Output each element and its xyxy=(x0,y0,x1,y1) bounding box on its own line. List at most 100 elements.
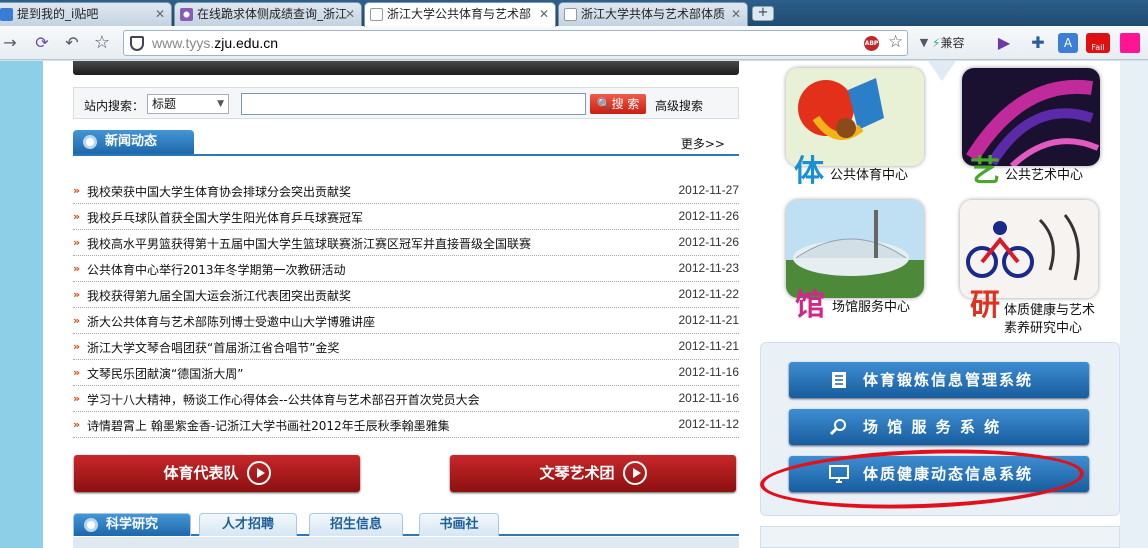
browser-tab[interactable]: 在线跪求体侧成绩查询_浙江 ✕ xyxy=(174,2,362,26)
tab-calligraphy-club[interactable]: 书画社 xyxy=(419,513,499,536)
news-title[interactable]: 浙江大学文琴合唱团获“首届浙江省合唱节”金奖 xyxy=(87,339,339,356)
fail-icon[interactable]: Fail xyxy=(1086,33,1110,53)
search-icon: 🔍 xyxy=(596,97,612,111)
compat-mode-button[interactable]: ⚡兼容 xyxy=(932,34,964,51)
close-icon[interactable]: ✕ xyxy=(155,3,165,25)
news-title[interactable]: 浙大公共体育与艺术部陈列博士受邀中山大学博雅讲座 xyxy=(87,313,375,330)
dropdown-icon[interactable]: ▼ xyxy=(914,33,934,53)
venue-center-char: 馆 xyxy=(795,288,825,323)
research-center-label-line2[interactable]: 素养研究中心 xyxy=(1004,317,1082,336)
forward-icon[interactable]: → xyxy=(0,33,20,53)
new-tab-button[interactable]: + xyxy=(752,6,774,21)
banner-image xyxy=(73,61,739,75)
reload-icon[interactable]: ⟳ xyxy=(32,33,52,53)
list-item[interactable]: » 我校高水平男篮获得第十五届中国大学生篮球联赛浙江赛区冠军并直接晋级全国联赛 20… xyxy=(73,230,739,256)
double-arrow-icon: » xyxy=(73,288,81,301)
close-icon[interactable]: ✕ xyxy=(345,3,355,25)
tab-label: 招生信息 xyxy=(329,517,382,532)
browser-tab[interactable]: 浙江大学共体与艺术部体质 ✕ xyxy=(558,2,748,26)
list-item[interactable]: » 浙大公共体育与艺术部陈列博士受邀中山大学博雅讲座 2012-11-21 xyxy=(73,308,739,334)
url-text[interactable]: www.tyys.zju.edu.cn xyxy=(152,35,278,51)
search-input[interactable] xyxy=(241,93,586,115)
bookmark-star-icon[interactable]: ☆ xyxy=(92,33,112,53)
news-title[interactable]: 我校乒乓球队首获全国大学生阳光体育乒乓球赛冠军 xyxy=(87,209,363,226)
play-icon[interactable]: ▶ xyxy=(994,33,1014,53)
news-date: 2012-11-21 xyxy=(678,339,740,353)
advanced-search-link[interactable]: 高级搜索 xyxy=(655,97,703,114)
news-section-title: 新闻动态 xyxy=(105,134,158,149)
news-date: 2012-11-23 xyxy=(678,261,740,275)
news-title[interactable]: 文琴民乐团献演“德国浙大周” xyxy=(87,365,243,382)
page-icon xyxy=(180,8,193,21)
monitor-icon xyxy=(829,465,849,483)
extensions-icon[interactable]: ✚ xyxy=(1028,33,1048,53)
tab-title: 浙江大学公共体育与艺术部 xyxy=(387,7,532,21)
url-host: zju.edu.cn xyxy=(214,35,279,51)
list-item[interactable]: » 浙江大学文琴合唱团获“首届浙江省合唱节”金奖 2012-11-21 xyxy=(73,334,739,360)
news-date: 2012-11-27 xyxy=(678,183,740,197)
list-item[interactable]: » 学习十八大精神，畅谈工作心得体会--公共体育与艺术部召开首次党员大会 2012-… xyxy=(73,386,739,412)
search-button-label: 搜 索 xyxy=(611,97,640,111)
search-field-select[interactable]: 标题 ▼ xyxy=(147,94,229,114)
news-title[interactable]: 学习十八大精神，畅谈工作心得体会--公共体育与艺术部召开首次党员大会 xyxy=(87,391,480,408)
sports-team-button[interactable]: 体育代表队 xyxy=(74,455,360,492)
research-center-label-line1[interactable]: 体质健康与艺术 xyxy=(1004,299,1095,318)
sports-center-char: 体 xyxy=(794,154,824,189)
right-decoration xyxy=(1120,61,1148,548)
list-item[interactable]: » 我校乒乓球队首获全国大学生阳光体育乒乓球赛冠军 2012-11-26 xyxy=(73,204,739,230)
tab-label: 科学研究 xyxy=(106,517,159,532)
star-icon[interactable]: ☆ xyxy=(888,32,903,52)
close-icon[interactable]: ✕ xyxy=(731,3,741,25)
fitness-dynamic-system-button[interactable]: 体质健康动态信息系统 xyxy=(789,456,1089,492)
list-item[interactable]: » 我校获得第九届全国大运会浙江代表团突出贡献奖 2012-11-22 xyxy=(73,282,739,308)
list-item[interactable]: » 我校荣获中国大学生体育协会排球分会突出贡献奖 2012-11-27 xyxy=(73,178,739,204)
select-value: 标题 xyxy=(152,97,177,111)
play-circle-icon xyxy=(622,460,647,485)
news-title[interactable]: 公共体育中心举行2013年冬学期第一次教研活动 xyxy=(87,261,346,278)
chevron-down-icon: ▼ xyxy=(217,99,224,109)
pink-square-icon[interactable] xyxy=(1120,33,1140,53)
document-icon xyxy=(564,8,577,21)
close-icon[interactable]: ✕ xyxy=(539,3,549,25)
news-date: 2012-11-16 xyxy=(678,391,740,405)
news-list: » 我校荣获中国大学生体育协会排球分会突出贡献奖 2012-11-27 » 我校乒乓球… xyxy=(73,178,739,438)
translate-icon[interactable]: A xyxy=(1058,33,1078,53)
address-bar[interactable]: www.tyys.zju.edu.cn ABP ☆ xyxy=(123,30,908,56)
browser-tab-active[interactable]: 浙江大学公共体育与艺术部 ✕ xyxy=(364,2,556,27)
venue-center-label[interactable]: 场馆服务中心 xyxy=(832,296,910,315)
bottom-tab-bar: 科学研究 人才招聘 招生信息 书画社 xyxy=(73,512,739,536)
browser-tab[interactable]: 提到我的_i贴吧 ✕ xyxy=(0,2,172,26)
browser-tab-strip: 提到我的_i贴吧 ✕ 在线跪求体侧成绩查询_浙江 ✕ 浙江大学公共体育与艺术部 … xyxy=(0,0,1148,27)
tieba-icon xyxy=(0,8,13,21)
news-title[interactable]: 诗情碧霄上 翰墨紫金香-记浙江大学书画社2012年壬辰秋季翰墨雅集 xyxy=(87,417,450,434)
art-troupe-button[interactable]: 文琴艺术团 xyxy=(450,455,736,492)
compat-label: 兼容 xyxy=(940,36,965,50)
lower-panel xyxy=(760,526,1120,548)
list-item[interactable]: » 诗情碧霄上 翰墨紫金香-记浙江大学书画社2012年壬辰秋季翰墨雅集 2012-1… xyxy=(73,412,739,438)
list-item[interactable]: » 公共体育中心举行2013年冬学期第一次教研活动 2012-11-23 xyxy=(73,256,739,282)
news-section-tab[interactable]: 新闻动态 xyxy=(73,130,194,154)
adblock-icon[interactable]: ABP xyxy=(864,36,879,51)
exercise-info-system-button[interactable]: 体育锻炼信息管理系统 xyxy=(789,362,1089,398)
news-title[interactable]: 我校高水平男篮获得第十五届中国大学生篮球联赛浙江赛区冠军并直接晋级全国联赛 xyxy=(87,235,531,252)
document-icon xyxy=(832,372,846,388)
tab-research[interactable]: 科学研究 xyxy=(73,513,191,536)
list-item[interactable]: » 文琴民乐团献演“德国浙大周” 2012-11-16 xyxy=(73,360,739,386)
sports-center-label[interactable]: 公共体育中心 xyxy=(830,164,908,183)
browser-toolbar: → ⟳ ↶ ☆ www.tyys.zju.edu.cn ABP ☆ ▼ ⚡兼容 … xyxy=(0,26,1148,60)
venue-service-system-button[interactable]: 场 馆 服 务 系 统 xyxy=(789,409,1089,445)
system-label: 体质健康动态信息系统 xyxy=(863,465,1034,483)
news-section-header: 新闻动态 更多>> xyxy=(73,130,739,156)
double-arrow-icon: » xyxy=(73,366,81,379)
tab-admissions[interactable]: 招生信息 xyxy=(309,513,403,536)
undo-icon[interactable]: ↶ xyxy=(62,33,82,53)
art-center-label[interactable]: 公共艺术中心 xyxy=(1005,164,1083,183)
tab-recruitment[interactable]: 人才招聘 xyxy=(199,513,297,536)
magnifier-icon xyxy=(829,419,846,436)
double-arrow-icon: » xyxy=(73,262,81,275)
more-link[interactable]: 更多>> xyxy=(681,135,725,152)
play-circle-icon xyxy=(246,460,271,485)
search-button[interactable]: 🔍搜 索 xyxy=(590,94,646,114)
news-title[interactable]: 我校荣获中国大学生体育协会排球分会突出贡献奖 xyxy=(87,183,351,200)
news-title[interactable]: 我校获得第九届全国大运会浙江代表团突出贡献奖 xyxy=(87,287,351,304)
